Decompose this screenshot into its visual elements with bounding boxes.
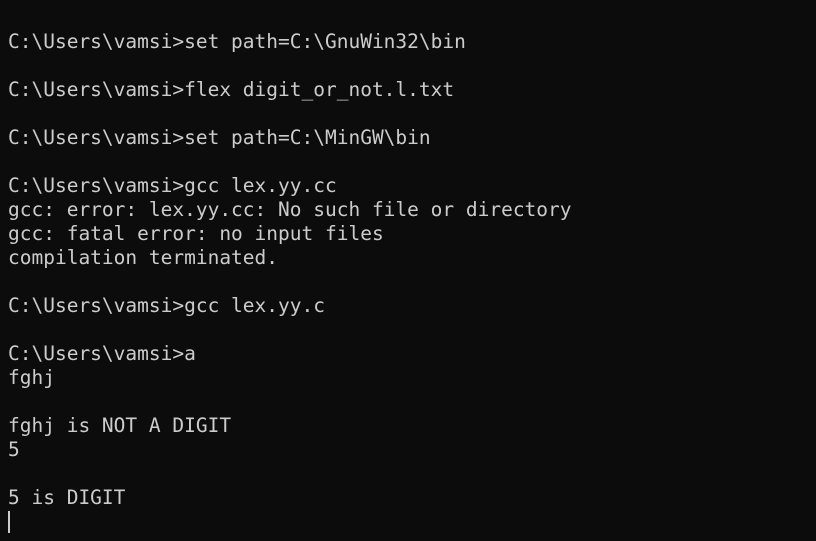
terminal-line: C:\Users\vamsi>set path=C:\GnuWin32\bin xyxy=(8,30,466,53)
terminal-line: gcc: error: lex.yy.cc: No such file or d… xyxy=(8,198,572,221)
terminal-line: C:\Users\vamsi>set path=C:\MinGW\bin xyxy=(8,126,431,149)
terminal-line: C:\Users\vamsi>a xyxy=(8,342,196,365)
terminal-line: 5 xyxy=(8,438,20,461)
terminal-line: C:\Users\vamsi>flex digit_or_not.l.txt xyxy=(8,78,455,101)
terminal-output[interactable]: C:\Users\vamsi>set path=C:\GnuWin32\bin … xyxy=(0,0,816,541)
terminal-line: fghj is NOT A DIGIT xyxy=(8,414,232,437)
terminal-line: gcc: fatal error: no input files xyxy=(8,222,384,245)
terminal-line: compilation terminated. xyxy=(8,246,279,269)
terminal-line: fghj xyxy=(8,366,55,389)
terminal-line: C:\Users\vamsi>gcc lex.yy.cc xyxy=(8,174,337,197)
terminal-line: C:\Users\vamsi>gcc lex.yy.c xyxy=(8,294,325,317)
text-cursor xyxy=(8,511,10,533)
terminal-line: 5 is DIGIT xyxy=(8,486,126,509)
terminal-input-line[interactable] xyxy=(8,510,816,534)
